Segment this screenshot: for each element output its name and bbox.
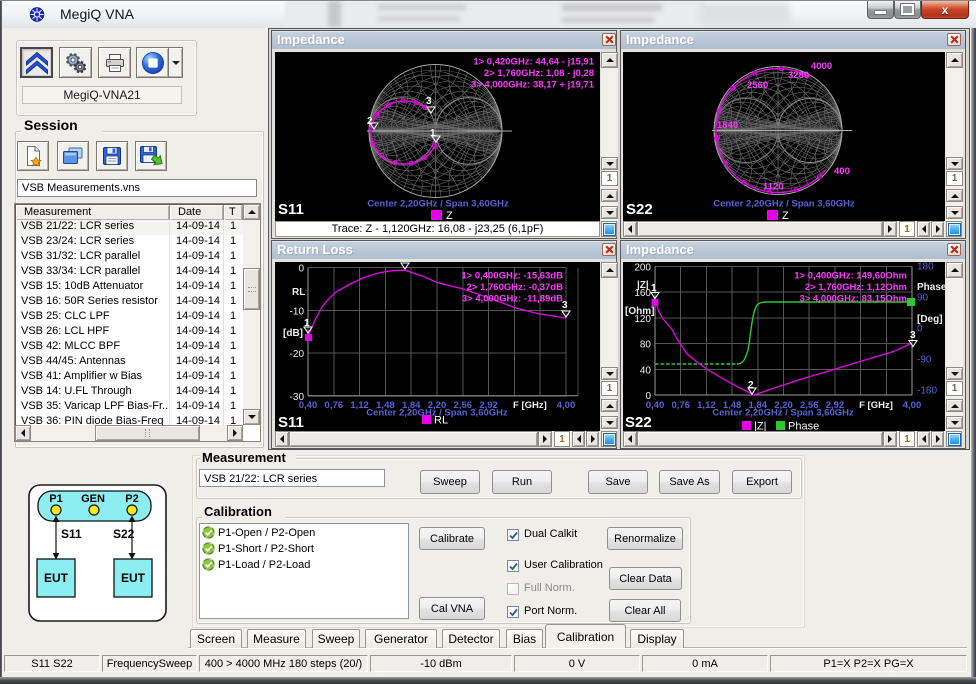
svg-text:-180: -180: [917, 386, 937, 397]
svg-text:180: 180: [917, 262, 934, 273]
svg-text:RL: RL: [434, 415, 448, 427]
svg-text:3> 4,000GHz: -11,89dB: 3> 4,000GHz: -11,89dB: [462, 294, 563, 305]
svg-text:1: 1: [304, 318, 310, 329]
svg-text:-10: -10: [290, 306, 305, 317]
svg-text:1> 0,420GHz: 44,64 - j15,91: 1> 0,420GHz: 44,64 - j15,91: [473, 57, 594, 68]
svg-text:4,00: 4,00: [903, 400, 922, 411]
svg-text:S22: S22: [626, 201, 653, 218]
svg-text:40: 40: [640, 365, 652, 376]
svg-text:|Z|: |Z|: [637, 280, 649, 291]
svg-text:3: 3: [910, 330, 916, 341]
svg-text:Center 2,20GHz / Span 3,60GHz: Center 2,20GHz / Span 3,60GHz: [712, 408, 854, 419]
svg-text:90: 90: [917, 293, 929, 304]
svg-text:1> 0,400GHz: -15,63dB: 1> 0,400GHz: -15,63dB: [461, 271, 563, 282]
svg-text:Center 2,20GHz / Span 3,60GHz: Center 2,20GHz / Span 3,60GHz: [367, 199, 509, 210]
svg-text:S11: S11: [278, 201, 304, 218]
svg-text:1120: 1120: [763, 182, 784, 193]
svg-text:Center 2,20GHz / Span 3,60GHz: Center 2,20GHz / Span 3,60GHz: [713, 199, 855, 210]
svg-text:[Ohm]: [Ohm]: [625, 306, 654, 317]
svg-text:0,76: 0,76: [325, 400, 344, 411]
svg-text:0,40: 0,40: [299, 400, 318, 411]
svg-text:3> 4,000GHz: 38,17 + j19,71: 3> 4,000GHz: 38,17 + j19,71: [471, 79, 595, 90]
svg-text:S11: S11: [61, 527, 82, 541]
svg-text:3280: 3280: [788, 70, 809, 81]
svg-text:0: 0: [917, 324, 923, 335]
svg-text:Z: Z: [446, 210, 453, 221]
svg-text:-90: -90: [917, 355, 932, 366]
svg-text:400: 400: [834, 166, 850, 177]
svg-text:|Z|: |Z|: [754, 421, 766, 432]
svg-text:3> 4,000GHz: 83,15Ohm: 3> 4,000GHz: 83,15Ohm: [800, 294, 907, 305]
svg-text:200: 200: [634, 263, 651, 274]
svg-text:3: 3: [426, 96, 432, 107]
svg-text:0: 0: [298, 264, 304, 275]
svg-text:Z: Z: [782, 210, 789, 221]
svg-text:F [GHz]: F [GHz]: [859, 400, 893, 411]
svg-text:2> 1,760GHz: -0,37dB: 2> 1,760GHz: -0,37dB: [467, 282, 564, 293]
svg-text:-20: -20: [290, 349, 305, 360]
svg-text:1: 1: [651, 283, 657, 294]
svg-text:2: 2: [367, 116, 373, 127]
svg-text:80: 80: [640, 340, 652, 351]
svg-text:0,76: 0,76: [671, 400, 690, 411]
svg-text:1840: 1840: [717, 120, 738, 131]
svg-text:S11: S11: [278, 414, 304, 431]
svg-text:P1: P1: [49, 493, 62, 505]
svg-text:4000: 4000: [811, 61, 832, 72]
svg-text:1: 1: [430, 128, 436, 139]
svg-text:0,40: 0,40: [646, 400, 665, 411]
svg-text:S22: S22: [113, 527, 135, 541]
svg-text:[dB]: [dB]: [283, 328, 303, 339]
svg-text:GEN: GEN: [81, 493, 105, 505]
svg-text:2> 1,760GHz: 1,08 - j0,28: 2> 1,760GHz: 1,08 - j0,28: [484, 68, 594, 79]
svg-text:2560: 2560: [747, 80, 768, 91]
svg-text:RL: RL: [292, 287, 305, 298]
svg-text:[Deg]: [Deg]: [917, 314, 943, 325]
svg-text:1> 0,400GHz: 149,60Ohm: 1> 0,400GHz: 149,60Ohm: [794, 271, 907, 282]
svg-text:Phase: Phase: [917, 282, 945, 293]
svg-text:EUT: EUT: [44, 571, 69, 585]
svg-text:2> 1,760GHz: 1,12Ohm: 2> 1,760GHz: 1,12Ohm: [805, 282, 907, 293]
svg-text:EUT: EUT: [121, 571, 146, 585]
svg-text:S22: S22: [625, 414, 652, 431]
svg-text:Phase: Phase: [788, 421, 819, 432]
svg-text:P2: P2: [125, 493, 138, 505]
svg-text:2: 2: [748, 380, 754, 391]
svg-text:4,00: 4,00: [557, 400, 576, 411]
svg-text:F [GHz]: F [GHz]: [513, 400, 547, 411]
